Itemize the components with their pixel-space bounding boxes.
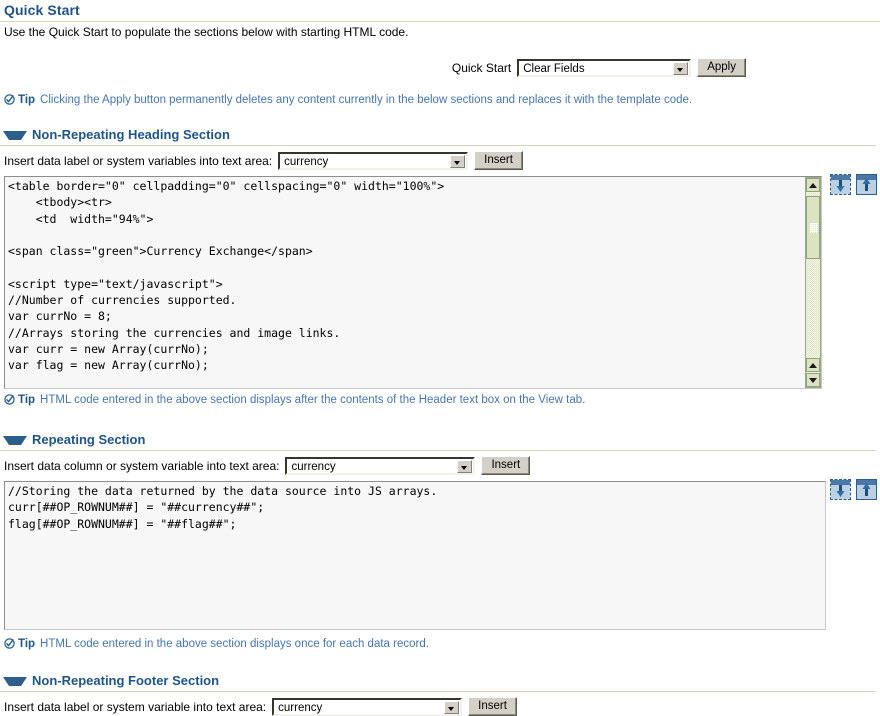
scrollbar-grip-icon [810, 223, 818, 233]
tip-repeating-section-text: HTML code entered in the above section d… [40, 638, 429, 650]
section-repeating-header: Repeating Section [0, 432, 876, 451]
apply-button[interactable]: Apply [697, 58, 746, 77]
heading-textarea-wrap: <table border="0" cellpadding="0" cellsp… [4, 176, 822, 389]
section-repeating-divider [0, 450, 876, 451]
footer-variable-value: currency [278, 701, 323, 714]
tip-apply-warning: Tip Clicking the Apply button permanentl… [0, 93, 880, 107]
quick-start-controls: Quick Start Clear Fields Apply [0, 58, 880, 77]
chevron-down-icon[interactable] [457, 459, 473, 473]
tip-heading-section-text: HTML code entered in the above section d… [40, 394, 586, 406]
restore-editor-icon[interactable] [856, 479, 877, 500]
expand-editor-icon[interactable] [830, 174, 851, 195]
section-repeating-title: Repeating Section [32, 432, 146, 447]
footer-insert-button[interactable]: Insert [468, 697, 517, 716]
section-heading-title: Non-Repeating Heading Section [32, 127, 230, 142]
heading-variable-select[interactable]: currency [278, 151, 469, 170]
repeating-insert-button[interactable]: Insert [481, 456, 531, 475]
section-heading-divider [0, 145, 876, 146]
repeating-variable-value: currency [291, 460, 336, 473]
section-footer-header: Non-Repeating Footer Section [0, 673, 876, 692]
tip-apply-warning-text: Clicking the Apply button permanently de… [40, 94, 693, 106]
heading-code-textarea[interactable]: <table border="0" cellpadding="0" cellsp… [4, 176, 822, 389]
restore-editor-icon[interactable] [856, 174, 877, 195]
tip-word: Tip [18, 94, 36, 106]
scrollbar-thumb[interactable] [806, 196, 820, 259]
chevron-down-icon[interactable] [450, 154, 466, 168]
triangle-down-icon[interactable] [3, 435, 27, 445]
page-intro: Use the Quick Start to populate the sect… [4, 25, 409, 39]
heading-insert-row: Insert data label or system variables in… [0, 151, 523, 170]
check-circle-icon [4, 94, 15, 105]
heading-insert-button[interactable]: Insert [474, 151, 523, 170]
footer-variable-select[interactable]: currency [272, 697, 463, 716]
heading-textarea-scrollbar[interactable] [805, 177, 821, 388]
repeating-textarea-wrap: //Storing the data returned by the data … [4, 481, 826, 630]
repeating-insert-label: Insert data column or system variable in… [4, 458, 280, 473]
repeating-insert-row: Insert data column or system variable in… [0, 456, 531, 475]
tip-repeating-section: Tip HTML code entered in the above secti… [0, 637, 880, 651]
check-circle-icon [4, 394, 15, 405]
footer-insert-row: Insert data label or system variable int… [0, 697, 517, 716]
triangle-down-icon[interactable] [3, 676, 27, 686]
page-title: Quick Start [4, 2, 80, 18]
heading-editor-actions [830, 174, 877, 195]
heading-insert-label: Insert data label or system variables in… [4, 153, 273, 168]
section-heading-header: Non-Repeating Heading Section [0, 127, 876, 146]
quick-start-select-value: Clear Fields [523, 62, 585, 75]
quick-start-label: Quick Start [451, 60, 512, 75]
section-footer-title: Non-Repeating Footer Section [32, 673, 220, 688]
scrollbar-up-arrow[interactable] [806, 178, 820, 192]
chevron-down-icon[interactable] [673, 61, 689, 75]
chevron-down-icon[interactable] [444, 700, 460, 714]
quick-start-select[interactable]: Clear Fields [517, 58, 692, 77]
scrollbar-down-arrow[interactable] [806, 373, 820, 387]
tip-heading-section: Tip HTML code entered in the above secti… [0, 393, 880, 407]
heading-variable-value: currency [284, 155, 329, 168]
repeating-variable-select[interactable]: currency [285, 456, 476, 475]
footer-insert-label: Insert data label or system variable int… [4, 699, 267, 714]
tip-word: Tip [18, 394, 36, 406]
check-circle-icon [4, 638, 15, 649]
section-footer-divider [0, 691, 876, 692]
triangle-down-icon[interactable] [3, 130, 27, 140]
tip-word: Tip [18, 638, 36, 650]
expand-editor-icon[interactable] [830, 479, 851, 500]
repeating-code-textarea[interactable]: //Storing the data returned by the data … [4, 481, 826, 630]
repeating-editor-actions [830, 479, 877, 500]
scrollbar-page-up-arrow[interactable] [806, 358, 820, 372]
